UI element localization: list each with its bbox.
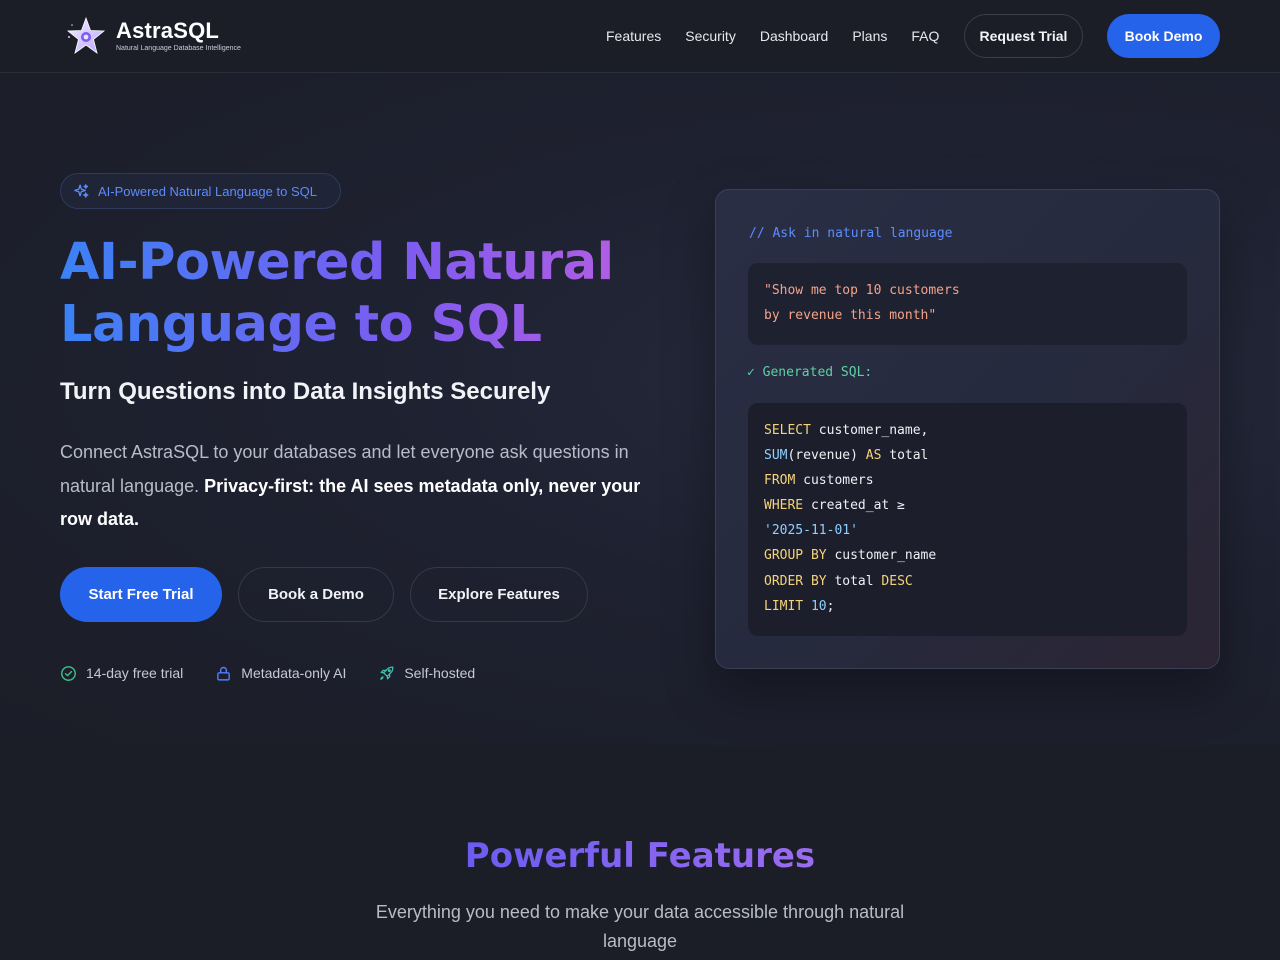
nav-link-dashboard[interactable]: Dashboard bbox=[760, 28, 829, 44]
hero-subtitle: Turn Questions into Data Insights Secure… bbox=[60, 378, 551, 405]
sql-keyword: DESC bbox=[881, 574, 913, 589]
sql-line: GROUP BY customer_name bbox=[764, 548, 936, 563]
generated-sql-label: ✓ Generated SQL: bbox=[747, 365, 873, 380]
sql-keyword: ORDER BY bbox=[764, 574, 827, 589]
trust-indicators: 14-day free trial Metadata-only AI Self-… bbox=[60, 662, 507, 684]
brand-name: AstraSQL bbox=[116, 17, 220, 43]
check-circle-icon bbox=[61, 665, 76, 681]
explore-features-button[interactable]: Explore Features bbox=[410, 567, 588, 622]
sql-line: LIMIT 10; bbox=[764, 599, 834, 614]
sql-line: WHERE created_at ≥ bbox=[764, 498, 905, 513]
sql-text: created_at ≥ bbox=[803, 498, 905, 513]
prompt-line: "Show me top 10 customers bbox=[764, 283, 960, 298]
sql-keyword: FROM bbox=[764, 473, 796, 488]
start-free-trial-button[interactable]: Start Free Trial bbox=[60, 567, 222, 622]
sql-number: 10 bbox=[810, 599, 827, 614]
sparkles-icon bbox=[74, 183, 89, 198]
book-demo-button[interactable]: Book Demo bbox=[1107, 14, 1220, 58]
sql-line: FROM customers bbox=[764, 473, 874, 488]
code-comment: // Ask in natural language bbox=[749, 226, 953, 241]
sql-function: SUM bbox=[764, 448, 788, 463]
rocket-icon bbox=[380, 665, 394, 680]
features-title: Powerful Features bbox=[0, 834, 1280, 878]
hero-badge: AI-Powered Natural Language to SQL bbox=[60, 173, 341, 209]
sql-text: total bbox=[881, 448, 929, 463]
features-subtitle: Everything you need to make your data ac… bbox=[375, 902, 905, 951]
sql-text: total bbox=[826, 574, 882, 589]
top-navbar: AstraSQL Natural Language Database Intel… bbox=[0, 0, 1280, 73]
sql-string: '2025-11-01' bbox=[764, 523, 858, 538]
sql-text: customer_name, bbox=[810, 423, 929, 438]
sql-line: ORDER BY total DESC bbox=[764, 574, 913, 589]
hero-title-line1: AI-Powered Natural bbox=[60, 233, 614, 292]
sql-line: '2025-11-01' bbox=[764, 523, 858, 538]
sql-text: customers bbox=[795, 473, 874, 488]
sql-text: customer_name bbox=[826, 548, 937, 563]
prompt-line: by revenue this month" bbox=[764, 308, 937, 323]
brand-tagline: Natural Language Database Intelligence bbox=[116, 44, 241, 52]
natural-language-prompt-box bbox=[748, 263, 1187, 345]
trust-item-free-trial: 14-day free trial bbox=[60, 665, 183, 682]
nav-link-features[interactable]: Features bbox=[606, 28, 661, 44]
request-trial-button[interactable]: Request Trial bbox=[964, 14, 1083, 58]
trust-label: 14-day free trial bbox=[86, 665, 184, 681]
nav-link-security[interactable]: Security bbox=[685, 28, 736, 44]
nav-link-faq[interactable]: FAQ bbox=[911, 28, 939, 44]
book-a-demo-button[interactable]: Book a Demo bbox=[238, 567, 394, 622]
sql-keyword: GROUP BY bbox=[764, 548, 827, 563]
hero-description: Connect AstraSQL to your databases and l… bbox=[60, 436, 650, 537]
features-title-text: Powerful Features bbox=[464, 836, 816, 876]
hero-title: AI-Powered Natural Language to SQL bbox=[60, 232, 680, 356]
star-logo-icon bbox=[66, 16, 106, 54]
sql-text: (revenue) bbox=[787, 448, 866, 463]
trust-label: Self-hosted bbox=[404, 665, 476, 681]
hero-badge-label: AI-Powered Natural Language to SQL bbox=[98, 183, 317, 199]
lock-icon bbox=[217, 666, 231, 681]
trust-label: Metadata-only AI bbox=[241, 665, 347, 681]
sql-text: ; bbox=[826, 599, 835, 614]
hero-title-line2: Language to SQL bbox=[60, 295, 542, 354]
sql-keyword: SELECT bbox=[764, 423, 811, 438]
nav-link-plans[interactable]: Plans bbox=[852, 28, 887, 44]
sql-keyword: AS bbox=[865, 448, 882, 463]
trust-item-metadata: Metadata-only AI bbox=[215, 665, 346, 682]
brand-logo[interactable]: AstraSQL Natural Language Database Intel… bbox=[66, 14, 241, 58]
nav-links: Features Security Dashboard Plans FAQ bbox=[606, 0, 939, 72]
trust-item-self-hosted: Self-hosted bbox=[378, 665, 475, 682]
sql-line: SUM(revenue) AS total bbox=[764, 448, 928, 463]
sql-line: SELECT customer_name, bbox=[764, 423, 928, 438]
sql-keyword: WHERE bbox=[764, 498, 804, 513]
sql-keyword: LIMIT bbox=[764, 599, 804, 614]
